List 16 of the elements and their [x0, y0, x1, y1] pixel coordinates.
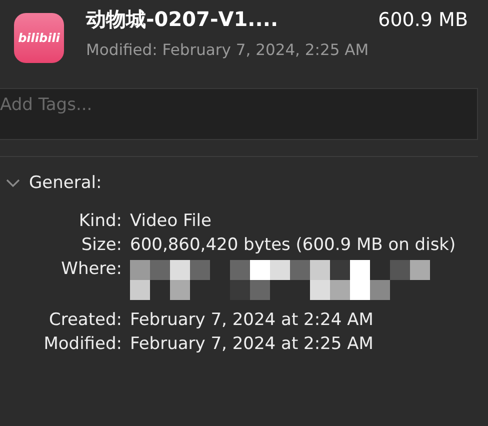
- tags-field[interactable]: Add Tags...: [0, 88, 478, 140]
- section-title: General:: [29, 173, 102, 193]
- file-size: 600.9 MB: [378, 9, 468, 31]
- field-value: February 7, 2024 at 2:25 AM: [130, 333, 374, 356]
- field-value: Video File: [130, 210, 212, 233]
- field-label: Where:: [60, 258, 122, 281]
- field-value: February 7, 2024 at 2:24 AM: [130, 309, 374, 332]
- logo-text: bilibili: [18, 31, 60, 45]
- field-label: Size:: [80, 234, 122, 257]
- modified-date: Modified: February 7, 2024, 2:25 AM: [86, 41, 370, 59]
- field-label: Modified:: [42, 333, 122, 356]
- file-name: 动物城-0207-V1....: [86, 6, 278, 33]
- field-label: Kind:: [78, 210, 122, 233]
- section-toggle[interactable]: General:: [0, 157, 102, 193]
- field-label: Created:: [48, 309, 122, 332]
- field-value: 600,860,420 bytes (600.9 MB on disk): [130, 234, 457, 257]
